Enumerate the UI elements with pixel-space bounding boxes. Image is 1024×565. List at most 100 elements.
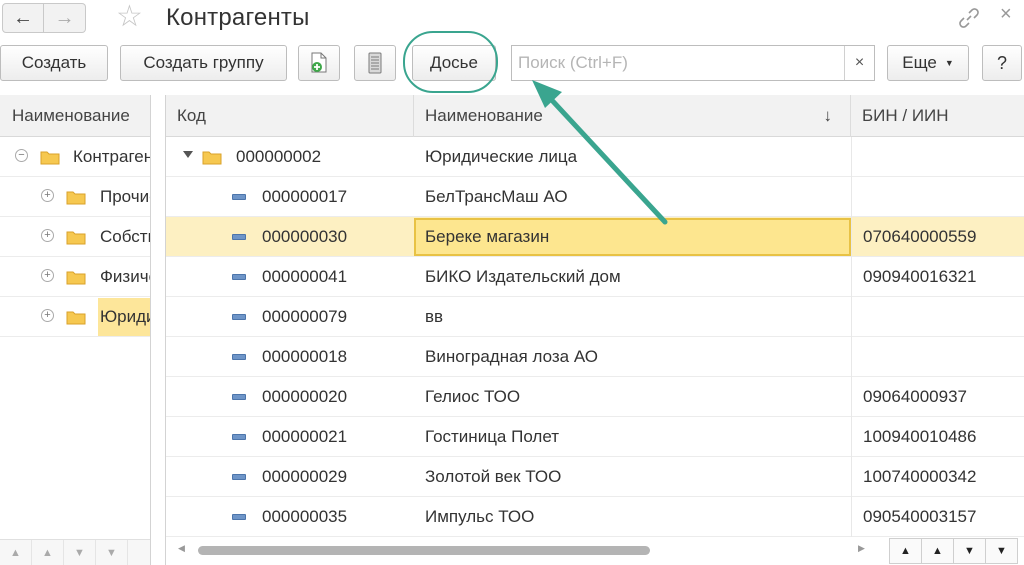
chevron-down-icon: ▼ bbox=[944, 58, 954, 68]
search-box: × bbox=[511, 45, 875, 81]
clear-search-button[interactable]: × bbox=[844, 46, 874, 80]
folder-icon bbox=[66, 311, 86, 325]
arrow-left-icon: ← bbox=[13, 6, 33, 29]
column-divider bbox=[851, 377, 852, 417]
add-document-button[interactable] bbox=[298, 45, 340, 81]
dossier-highlight-ring bbox=[403, 31, 498, 93]
sort-arrow-icon: ↓ bbox=[823, 106, 833, 125]
folder-icon bbox=[66, 231, 86, 245]
folder-icon bbox=[202, 151, 222, 165]
cell-name: Юридические лица bbox=[425, 147, 578, 166]
table-row[interactable]: 000000035 Импульс ТОО 090540003157 bbox=[166, 497, 1024, 537]
caret-down-icon[interactable] bbox=[183, 151, 193, 158]
cell-code: 000000035 bbox=[262, 507, 348, 526]
close-icon[interactable]: × bbox=[1000, 3, 1012, 26]
tree-item[interactable]: + Прочие bbox=[0, 177, 150, 217]
cell-code: 000000017 bbox=[262, 187, 348, 206]
arrow-right-icon: → bbox=[54, 6, 75, 29]
cell-name: Береке магазин bbox=[425, 227, 550, 246]
cell-bin: 100940010486 bbox=[863, 427, 977, 446]
table-body: 000000002 Юридические лица 000000017 БелТра… bbox=[166, 137, 1024, 537]
item-icon bbox=[232, 314, 246, 320]
tree-item-label: Контрагенты bbox=[73, 147, 150, 166]
table-row[interactable]: 000000079 вв bbox=[166, 297, 1024, 337]
expand-icon[interactable]: + bbox=[41, 189, 54, 202]
scroll-down-button[interactable]: ▼ bbox=[64, 540, 96, 565]
more-button[interactable]: Еще ▼ bbox=[887, 45, 969, 81]
scroll-bottom-button[interactable]: ▼ bbox=[985, 538, 1018, 564]
scroll-down-button[interactable]: ▼ bbox=[953, 538, 986, 564]
star-icon[interactable]: ☆ bbox=[116, 2, 143, 32]
item-icon bbox=[232, 394, 246, 400]
table-scroll-buttons: ▲ ▲ ▼ ▼ bbox=[889, 538, 1018, 564]
list-view-button[interactable] bbox=[354, 45, 396, 81]
column-header-code[interactable]: Код bbox=[166, 95, 414, 137]
scroll-top-button[interactable]: ▲ bbox=[889, 538, 922, 564]
counterparties-table: Код Наименование ↓ БИН / ИИН 000000002 Юр… bbox=[165, 95, 1024, 565]
expand-icon[interactable]: + bbox=[41, 269, 54, 282]
help-button[interactable]: ? bbox=[982, 45, 1022, 81]
tree-item[interactable]: + Физические лица bbox=[0, 257, 150, 297]
cell-code: 000000079 bbox=[262, 307, 348, 326]
column-header-name[interactable]: Наименование ↓ bbox=[414, 95, 851, 137]
create-button[interactable]: Создать bbox=[0, 45, 108, 81]
cell-name: вв bbox=[425, 307, 444, 326]
table-row[interactable]: 000000002 Юридические лица bbox=[166, 137, 1024, 177]
title-bar: ← → ☆ Контрагенты × bbox=[0, 0, 1024, 38]
item-icon bbox=[232, 274, 246, 280]
cell-code: 000000021 bbox=[262, 427, 348, 446]
scroll-right-icon[interactable]: ▶ bbox=[858, 543, 865, 554]
column-header-name-label: Наименование bbox=[425, 106, 543, 125]
column-divider bbox=[851, 257, 852, 297]
table-row[interactable]: 000000020 Гелиос ТОО 09064000937 bbox=[166, 377, 1024, 417]
table-row[interactable]: 000000029 Золотой век ТОО 100740000342 bbox=[166, 457, 1024, 497]
expand-icon[interactable]: + bbox=[41, 229, 54, 242]
back-button[interactable]: ← bbox=[2, 3, 44, 33]
table-row[interactable]: 000000041 БИКО Издательский дом 0909400163… bbox=[166, 257, 1024, 297]
item-icon bbox=[232, 474, 246, 480]
cell-name: Импульс ТОО bbox=[425, 507, 535, 526]
column-header-bin[interactable]: БИН / ИИН bbox=[851, 95, 1024, 137]
item-icon bbox=[232, 434, 246, 440]
link-icon[interactable] bbox=[956, 5, 982, 31]
cell-name: Гелиос ТОО bbox=[425, 387, 521, 406]
scroll-top-button[interactable]: ▲ bbox=[0, 540, 32, 565]
scroll-bottom-button[interactable]: ▼ bbox=[96, 540, 128, 565]
cell-name: Золотой век ТОО bbox=[425, 467, 562, 486]
scroll-up-button[interactable]: ▲ bbox=[32, 540, 64, 565]
folder-icon bbox=[40, 151, 60, 165]
scroll-up-button[interactable]: ▲ bbox=[921, 538, 954, 564]
tree-item-selected[interactable]: + Юридические лица bbox=[0, 297, 150, 337]
scroll-left-icon[interactable]: ◀ bbox=[178, 543, 185, 554]
cell-bin: 070640000559 bbox=[863, 227, 977, 246]
column-divider bbox=[851, 337, 852, 377]
tree-header[interactable]: Наименование bbox=[0, 95, 150, 137]
table-row-selected[interactable]: 000000030 Береке магазин 070640000559 bbox=[166, 217, 1024, 257]
forward-button[interactable]: → bbox=[44, 3, 86, 33]
column-divider bbox=[851, 457, 852, 497]
cell-name: БелТрансМаш АО bbox=[425, 187, 568, 206]
column-divider bbox=[851, 137, 852, 177]
collapse-icon[interactable]: − bbox=[15, 149, 28, 162]
tree-item-label: Физические лица bbox=[100, 267, 150, 286]
item-icon bbox=[232, 234, 246, 240]
tree-item[interactable]: + Собственные bbox=[0, 217, 150, 257]
tree-item[interactable]: − Контрагенты bbox=[0, 137, 150, 177]
table-row[interactable]: 000000021 Гостиница Полет 100940010486 bbox=[166, 417, 1024, 457]
table-row[interactable]: 000000017 БелТрансМаш АО bbox=[166, 177, 1024, 217]
create-group-button[interactable]: Создать группу bbox=[120, 45, 287, 81]
page-title: Контрагенты bbox=[166, 4, 310, 31]
cell-bin: 090940016321 bbox=[863, 267, 977, 286]
cell-bin: 090540003157 bbox=[863, 507, 977, 526]
horizontal-scrollbar-thumb[interactable] bbox=[198, 546, 650, 555]
search-input[interactable] bbox=[512, 46, 846, 80]
column-divider bbox=[851, 297, 852, 337]
table-row[interactable]: 000000018 Виноградная лоза АО bbox=[166, 337, 1024, 377]
add-document-icon bbox=[311, 52, 327, 73]
cell-bin: 100740000342 bbox=[863, 467, 977, 486]
folder-icon bbox=[66, 271, 86, 285]
cell-code: 000000018 bbox=[262, 347, 348, 366]
cell-code: 000000029 bbox=[262, 467, 348, 486]
expand-icon[interactable]: + bbox=[41, 309, 54, 322]
table-footer: ◀ ▶ ▲ ▲ ▼ ▼ bbox=[166, 537, 1024, 565]
